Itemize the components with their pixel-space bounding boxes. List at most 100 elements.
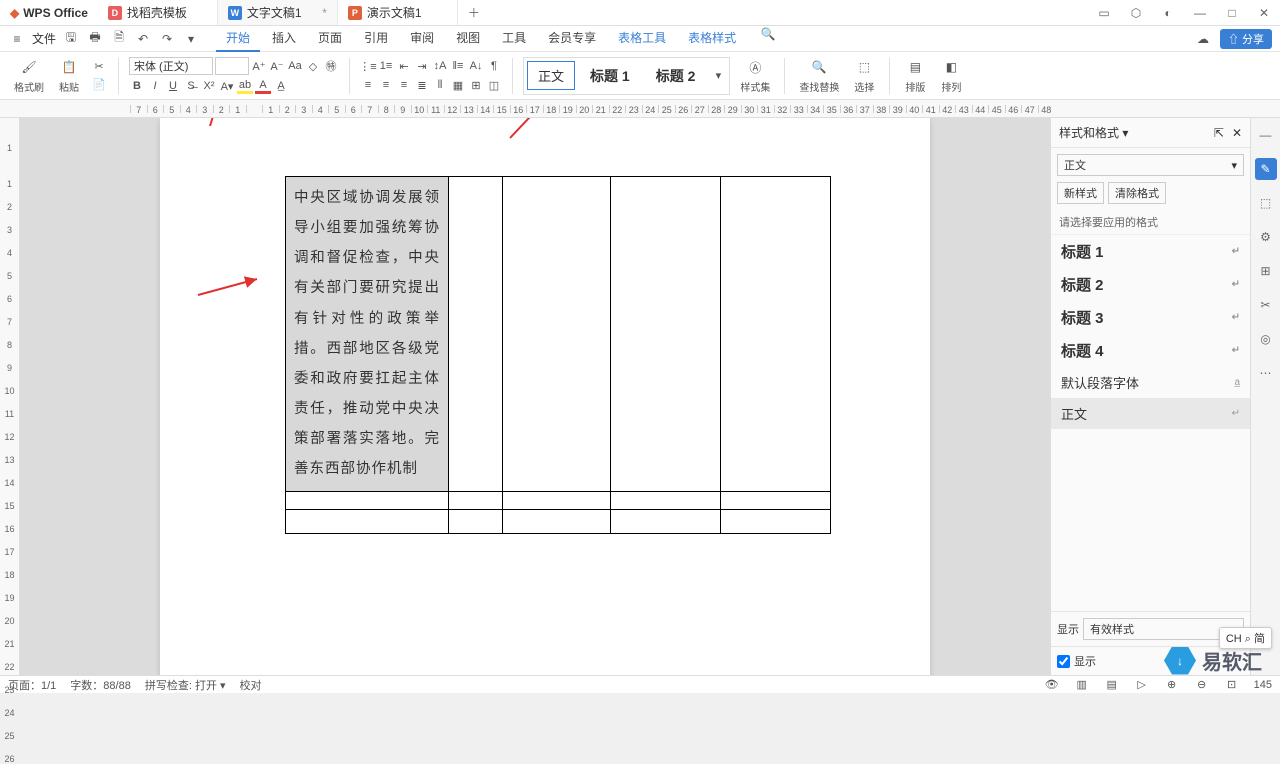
property-tool-icon[interactable]: ⊞ [1255, 260, 1277, 282]
tools-tool-icon[interactable]: ✂ [1255, 294, 1277, 316]
distribute-icon[interactable]: ⫴ [432, 77, 448, 93]
style-normal[interactable]: 正文 [527, 61, 575, 90]
status-words[interactable]: 字数：88/88 [70, 677, 131, 693]
print-icon[interactable]: 🖶 [86, 30, 104, 48]
select-button[interactable]: ⬚ 选择 [849, 57, 879, 94]
save-icon[interactable]: 🖫 [62, 30, 80, 48]
arrange-button[interactable]: ◧ 排列 [936, 57, 966, 94]
zoom-fit-icon[interactable]: ⊡ [1224, 678, 1240, 691]
window-tile-icon[interactable]: ▭ [1088, 0, 1120, 26]
align-center-icon[interactable]: ≡ [378, 77, 394, 93]
increase-indent-icon[interactable]: ⇥ [414, 58, 430, 74]
view-web-icon[interactable]: ▷ [1134, 678, 1150, 691]
view-page-icon[interactable]: ▥ [1074, 678, 1090, 691]
style-item-h2[interactable]: 标题 2↵ [1051, 268, 1250, 301]
style-heading2[interactable]: 标题 2 [645, 61, 707, 91]
copy-icon[interactable]: 📄 [90, 77, 108, 93]
table-cell[interactable] [449, 177, 503, 492]
redo-icon[interactable]: ↷ [158, 30, 176, 48]
settings-tool-icon[interactable]: ⚙ [1255, 226, 1277, 248]
align-left-icon[interactable]: ≡ [360, 77, 376, 93]
find-replace-button[interactable]: 🔍 查找替换 [795, 57, 843, 94]
text-direction-icon[interactable]: ↕A [432, 58, 448, 74]
clear-format-button[interactable]: 清除格式 [1108, 182, 1166, 204]
table-cell[interactable] [503, 491, 611, 509]
increase-font-icon[interactable]: A⁺ [251, 58, 267, 74]
layout-button[interactable]: ▤ 排版 [900, 57, 930, 94]
current-style-select[interactable]: 正文▾ [1057, 154, 1244, 176]
h-ruler[interactable]: 7654321123456789101112131415161718192021… [0, 100, 1280, 118]
share-button[interactable]: ⇧ 分享 [1220, 29, 1272, 49]
table-cell[interactable] [721, 177, 831, 492]
format-painter-button[interactable]: 🖌 格式刷 [10, 57, 48, 94]
undo-icon[interactable]: ↶ [134, 30, 152, 48]
tab-table-styles[interactable]: 表格样式 [678, 25, 746, 52]
borders-icon[interactable]: ⊞ [468, 77, 484, 93]
menu-icon[interactable]: ≡ [8, 30, 26, 48]
document-canvas[interactable]: ⏎ ↵ 中央区域协调发展领导小组要加强统筹协调和督促检查，中央有关部门要研究提出… [20, 118, 1050, 675]
tab-tools[interactable]: 工具 [492, 25, 536, 52]
style-item-h4[interactable]: 标题 4↵ [1051, 334, 1250, 367]
dropdown-icon[interactable]: ▾ [182, 30, 200, 48]
table-cell-selected[interactable]: 中央区域协调发展领导小组要加强统筹协调和督促检查，中央有关部门要研究提出有针对性… [286, 177, 449, 492]
char-shading-icon[interactable]: A̲ [273, 78, 289, 94]
decrease-font-icon[interactable]: A⁻ [269, 58, 285, 74]
clear-format-icon[interactable]: ◇ [305, 58, 321, 74]
tab-reference[interactable]: 引用 [354, 25, 398, 52]
text-effects-icon[interactable]: A▾ [219, 78, 235, 94]
paste-button[interactable]: 📋 粘贴 [54, 57, 84, 94]
font-name-select[interactable]: 宋体 (正文) [129, 57, 213, 75]
view-globe-icon[interactable]: ⊕ [1164, 678, 1180, 691]
underline-icon[interactable]: U [165, 78, 181, 94]
tab-member[interactable]: 会员专享 [538, 25, 606, 52]
pin-icon[interactable]: ⇱ [1214, 126, 1224, 140]
cube-icon[interactable]: ⬡ [1120, 0, 1152, 26]
tab-table-tools[interactable]: 表格工具 [608, 25, 676, 52]
table-cell[interactable] [611, 177, 721, 492]
table-cell[interactable] [286, 491, 449, 509]
avatar-icon[interactable]: ◐ [1152, 0, 1184, 26]
view-outline-icon[interactable]: ▤ [1104, 678, 1120, 691]
table-cell[interactable] [611, 509, 721, 533]
tab-template[interactable]: D 找稻壳模板 [98, 0, 218, 25]
styles-tool-icon[interactable]: ✎ [1255, 158, 1277, 180]
decrease-indent-icon[interactable]: ⇤ [396, 58, 412, 74]
file-menu[interactable]: 文件 [32, 30, 56, 47]
style-item-h1[interactable]: 标题 1↵ [1051, 235, 1250, 268]
table-cell[interactable] [503, 509, 611, 533]
bold-icon[interactable]: B [129, 78, 145, 94]
close-panel-icon[interactable]: ✕ [1232, 126, 1242, 140]
shading-icon[interactable]: ▦ [450, 77, 466, 93]
more-tool-icon[interactable]: ⋯ [1255, 362, 1277, 384]
style-more-icon[interactable]: ▾ [710, 68, 726, 84]
show-marks-icon[interactable]: ¶ [486, 58, 502, 74]
show-preview-checkbox[interactable] [1057, 655, 1070, 668]
italic-icon[interactable]: I [147, 78, 163, 94]
status-spell[interactable]: 拼写检查: 打开 [145, 680, 217, 692]
table-cell[interactable] [449, 509, 503, 533]
style-item-h3[interactable]: 标题 3↵ [1051, 301, 1250, 334]
style-gallery[interactable]: 正文 标题 1 标题 2 ▾ [523, 57, 730, 95]
change-case-icon[interactable]: Aa [287, 58, 303, 74]
tab-view[interactable]: 视图 [446, 25, 490, 52]
font-size-select[interactable] [215, 57, 249, 75]
select-tool-icon[interactable]: ⬚ [1255, 192, 1277, 214]
table-cell[interactable] [449, 491, 503, 509]
maximize-button[interactable]: □ [1216, 0, 1248, 26]
status-page[interactable]: 页面：1/1 [8, 677, 56, 693]
table-cell[interactable] [503, 177, 611, 492]
highlight-icon[interactable]: ab [237, 78, 253, 94]
preview-icon[interactable]: 🗎 [110, 30, 128, 48]
cut-icon[interactable]: ✂ [90, 59, 108, 75]
v-ruler[interactable]: 1123456789101112131415161718192021222324… [0, 118, 20, 675]
style-item-default-font[interactable]: 默认段落字体a̲ [1051, 367, 1250, 398]
collapse-icon[interactable]: — [1255, 124, 1277, 146]
cloud-icon[interactable]: ☁ [1194, 30, 1212, 48]
ime-indicator[interactable]: CH ⌕ 简 [1219, 627, 1272, 649]
new-style-button[interactable]: 新样式 [1057, 182, 1104, 204]
tab-insert[interactable]: 插入 [262, 25, 306, 52]
close-button[interactable]: ✕ [1248, 0, 1280, 26]
styleset-button[interactable]: Ⓐ 样式集 [736, 57, 774, 94]
table-cell[interactable] [721, 509, 831, 533]
superscript-icon[interactable]: X² [201, 78, 217, 94]
